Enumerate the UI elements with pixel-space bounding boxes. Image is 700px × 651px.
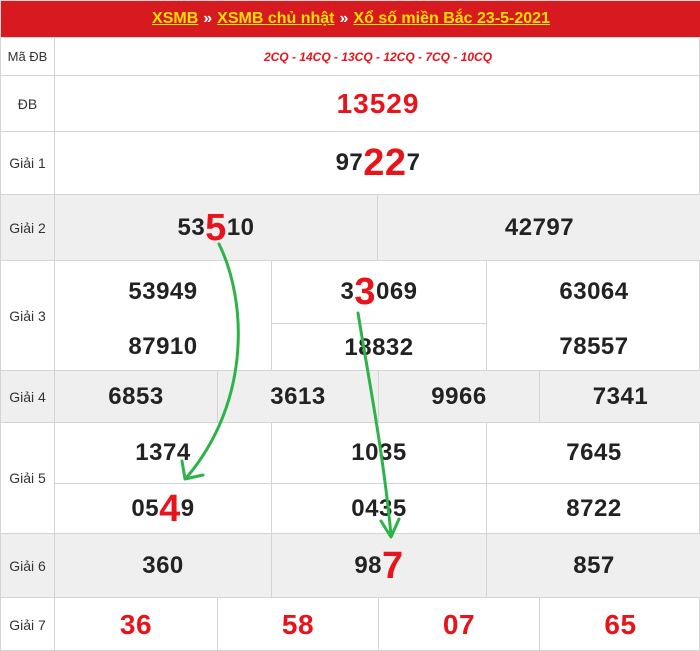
g1-digits-pre: 97 [335, 149, 364, 176]
g2-digits-post: 10 [226, 213, 255, 241]
g3-digits-pre: 3 [340, 278, 355, 305]
row-g6: Giải 6 360 98 7 857 [1, 533, 700, 597]
g5-digits-post: 9 [180, 495, 195, 522]
label-g6: Giải 6 [1, 534, 55, 597]
breadcrumb-xsmb-sunday[interactable]: XSMB chủ nhật [217, 10, 334, 28]
g6-number-3: 857 [486, 534, 700, 597]
row-g2: Giải 2 53 5 10 42797 [1, 194, 700, 260]
row-g4: Giải 4 6853 3613 9966 7341 [1, 370, 700, 422]
g4-number-3: 9966 [378, 371, 539, 422]
label-g4: Giải 4 [1, 371, 55, 422]
g5-digits-highlight: 4 [159, 488, 181, 530]
label-g7: Giải 7 [1, 598, 55, 651]
breadcrumb-separator: » [203, 10, 213, 27]
g1-digits-post: 7 [406, 149, 421, 176]
g2-number-1: 53 5 10 [55, 195, 377, 260]
g3-number-3: 63064 [486, 261, 700, 323]
results-table: XSMB » XSMB chủ nhật » Xổ số miền Bắc 23… [0, 0, 700, 651]
label-db: ĐB [1, 76, 55, 131]
g3-number-6: 78557 [486, 323, 700, 371]
row-ma-db: Mã ĐB 2CQ - 14CQ - 13CQ - 12CQ - 7CQ - 1… [1, 37, 700, 75]
g1-digits-highlight: 22 [363, 142, 407, 184]
label-g1: Giải 1 [1, 132, 55, 194]
g3-digits-highlight: 3 [354, 271, 376, 313]
g5-digits-pre: 05 [131, 495, 160, 522]
special-prize-number: 13529 [336, 87, 420, 119]
g2-number-2: 42797 [377, 195, 700, 260]
breadcrumb-xsmb[interactable]: XSMB [152, 10, 198, 28]
row-g5: Giải 5 1374 1035 7645 05 4 9 0435 8722 [1, 422, 700, 534]
g5-number-3: 7645 [486, 423, 700, 483]
g7-number-3: 07 [378, 598, 539, 651]
g7-number-2: 58 [217, 598, 378, 651]
g7-number-4: 65 [539, 598, 700, 651]
g6-number-2: 98 7 [271, 534, 486, 597]
g5-number-1: 1374 [135, 439, 191, 466]
g5-number-5: 0435 [271, 483, 486, 534]
g2-digits-pre: 53 [177, 213, 206, 241]
special-codes: 2CQ - 14CQ - 13CQ - 12CQ - 7CQ - 10CQ [263, 49, 493, 64]
label-g2: Giải 2 [1, 195, 55, 260]
breadcrumb: XSMB » XSMB chủ nhật » Xổ số miền Bắc 23… [1, 1, 700, 37]
row-g3: Giải 3 53949 3 3 069 63064 87910 18832 785… [1, 260, 700, 371]
g3-number-5: 18832 [271, 323, 486, 371]
g3-number-2: 3 3 069 [271, 261, 486, 323]
g6-digits-highlight: 7 [382, 544, 404, 587]
row-db: ĐB 13529 [1, 75, 700, 131]
label-g5: Giải 5 [1, 423, 55, 533]
breadcrumb-separator: » [339, 10, 349, 27]
row-g1: Giải 1 97 22 7 [1, 131, 700, 194]
g6-number-1: 360 [142, 551, 184, 579]
label-ma-db: Mã ĐB [1, 38, 55, 75]
g6-digits-pre: 98 [354, 551, 383, 579]
g1-number: 97 22 7 [55, 132, 700, 194]
row-g7: Giải 7 36 58 07 65 [1, 597, 700, 651]
g5-number-2: 1035 [271, 423, 486, 483]
g4-number-2: 3613 [217, 371, 378, 422]
g3-number-1: 53949 [128, 278, 198, 305]
g4-number-4: 7341 [539, 371, 700, 422]
g3-number-4: 87910 [128, 333, 198, 360]
g3-digits-post: 069 [375, 278, 418, 305]
label-g3: Giải 3 [1, 261, 55, 370]
g7-number-1: 36 [119, 609, 153, 640]
g5-number-6: 8722 [486, 483, 700, 534]
g5-number-4: 05 4 9 [55, 483, 271, 534]
g4-number-1: 6853 [108, 382, 164, 410]
breadcrumb-result-date[interactable]: Xổ số miền Bắc 23-5-2021 [353, 10, 550, 28]
g2-digits-highlight: 5 [205, 206, 227, 249]
